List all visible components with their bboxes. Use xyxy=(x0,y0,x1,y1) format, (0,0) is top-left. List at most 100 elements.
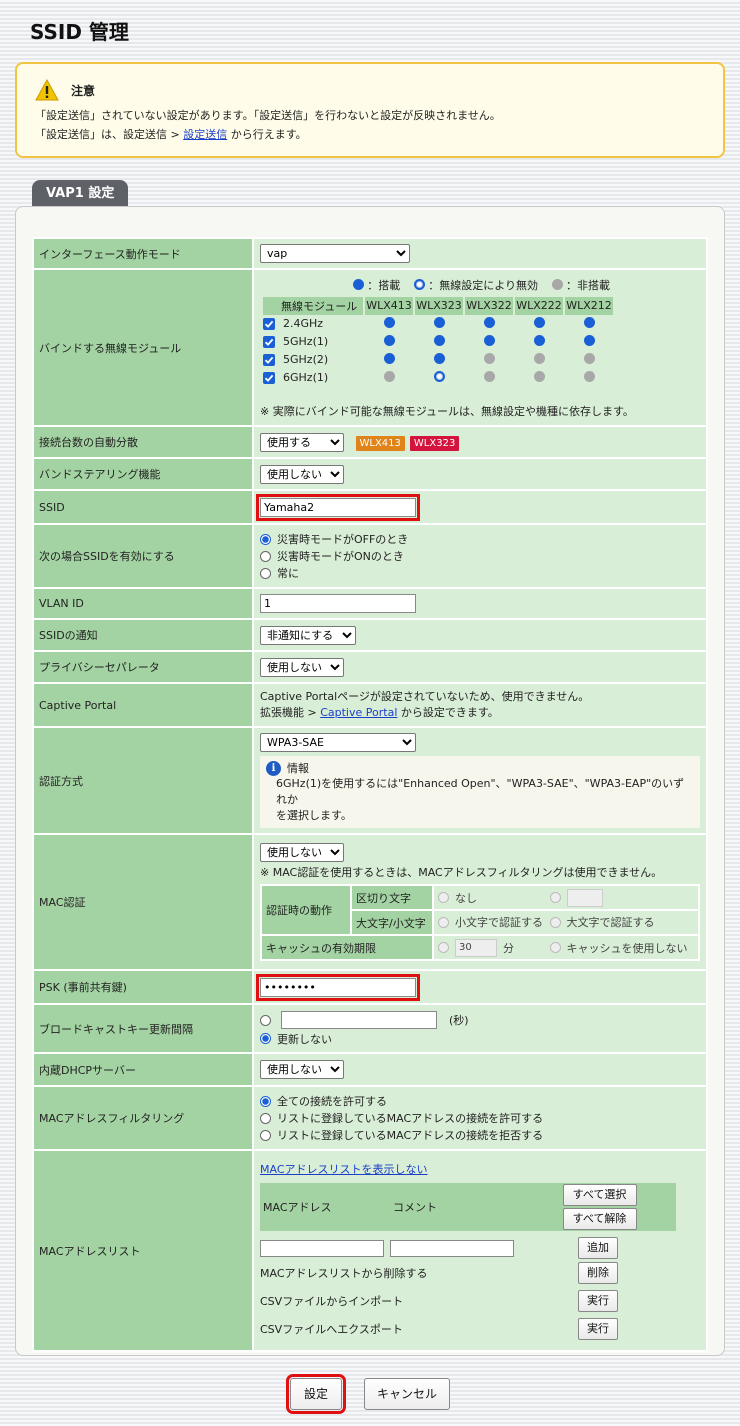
settings-form: インターフェース動作モード vap バインドする無線モジュール ：搭載 ：無線設… xyxy=(32,237,708,1352)
radio-icon[interactable] xyxy=(260,533,271,545)
mounted-dot-icon xyxy=(433,316,445,328)
radio-icon[interactable] xyxy=(260,1095,271,1107)
band-cell: 5GHz(1) xyxy=(263,333,363,351)
none-dot-icon xyxy=(583,370,595,382)
module-status-cell xyxy=(365,315,413,333)
mounted-dot-icon xyxy=(583,334,595,346)
radio-icon[interactable] xyxy=(260,1033,271,1044)
bcast-interval-input[interactable] xyxy=(281,1011,437,1029)
delimiter-input[interactable] xyxy=(566,888,603,907)
mac-filter-deny-list[interactable]: リストに登録しているMACアドレスの接続を拒否する xyxy=(260,1127,700,1144)
delimiter-custom-option[interactable] xyxy=(549,888,603,907)
radio-icon[interactable] xyxy=(549,916,561,928)
mounted-dot-icon xyxy=(433,334,445,346)
bcast-interval-option[interactable]: (秒) xyxy=(260,1010,700,1030)
mounted-dot-icon xyxy=(483,334,495,346)
mounted-dot-icon xyxy=(383,316,395,328)
row-psk: PSK (事前共有鍵) xyxy=(32,969,708,1005)
mac-filter-option-label: リストに登録しているMACアドレスの接続を拒否する xyxy=(277,1129,544,1142)
module-status-cell xyxy=(515,315,563,333)
model-header: WLX322 xyxy=(465,296,513,315)
deselect-all-button[interactable]: すべて解除 xyxy=(562,1208,637,1230)
radio-icon[interactable] xyxy=(260,1014,271,1026)
radio-icon[interactable] xyxy=(260,1129,271,1141)
iface-mode-select[interactable]: vap xyxy=(260,244,410,263)
radio-icon[interactable] xyxy=(549,942,561,953)
module-status-cell xyxy=(515,333,563,351)
radio-icon[interactable] xyxy=(438,892,449,903)
band-row: 5GHz(2) xyxy=(263,351,613,369)
tab-vap1-settings[interactable]: VAP1 設定 xyxy=(32,180,129,208)
mac-list-toggle-link[interactable]: MACアドレスリストを表示しない xyxy=(260,1163,428,1176)
case-label: 大文字/小文字 xyxy=(350,909,434,936)
mac-filter-label: MACアドレスフィルタリング xyxy=(32,1085,254,1151)
vlan-input[interactable] xyxy=(260,594,416,613)
module-status-cell xyxy=(465,333,513,351)
mac-address-input[interactable] xyxy=(260,1239,384,1257)
row-iface-mode: インターフェース動作モード vap xyxy=(32,237,708,270)
auth-select[interactable]: WPA3-SAE xyxy=(260,733,416,752)
case-lower-label: 小文字で認証する xyxy=(455,916,543,930)
row-bcast: ブロードキャストキー更新間隔 (秒) 更新しない xyxy=(32,1003,708,1054)
comment-column-header: コメント xyxy=(390,1183,520,1231)
mac-filter-allow-all[interactable]: 全ての接続を許可する xyxy=(260,1093,700,1110)
checkbox-checked-icon[interactable] xyxy=(263,371,275,384)
case-lower-option[interactable]: 小文字で認証する xyxy=(438,914,546,930)
badge-wlx413: WLX413 xyxy=(355,435,405,451)
comment-input[interactable] xyxy=(390,1239,514,1257)
band-steering-select[interactable]: 使用しない xyxy=(260,464,344,484)
radio-icon[interactable] xyxy=(438,942,449,953)
notice-box: 注意 「設定送信」されていない設定があります。「設定送信」を行わないと設定が反映… xyxy=(15,62,725,158)
radio-icon[interactable] xyxy=(438,916,449,928)
export-button[interactable]: 実行 xyxy=(578,1318,618,1340)
band-row: 6GHz(1) xyxy=(263,369,613,387)
checkbox-checked-icon[interactable] xyxy=(263,335,275,348)
submit-button[interactable]: 設定 xyxy=(286,1374,346,1414)
mounted-dot-icon xyxy=(353,279,365,290)
add-button[interactable]: 追加 xyxy=(578,1237,618,1259)
select-all-button[interactable]: すべて選択 xyxy=(562,1184,637,1206)
dhcp-select[interactable]: 使用しない xyxy=(260,1060,344,1079)
cache-duration-option[interactable]: 30 分 xyxy=(438,938,546,957)
auth-behavior-label: 認証時の動作 xyxy=(260,884,352,936)
delimiter-none-option[interactable]: なし xyxy=(438,890,546,906)
delimiter-label: 区切り文字 xyxy=(350,884,434,911)
mac-filter-allow-list[interactable]: リストに登録しているMACアドレスの接続を許可する xyxy=(260,1110,700,1127)
cancel-button[interactable]: キャンセル xyxy=(364,1378,450,1410)
cache-value-input[interactable]: 30 xyxy=(455,938,497,957)
row-ssid: SSID xyxy=(32,489,708,525)
module-status-cell xyxy=(415,333,463,351)
captive-portal-link[interactable]: Captive Portal xyxy=(320,706,397,719)
module-status-cell xyxy=(365,369,413,387)
privacy-select[interactable]: 使用しない xyxy=(260,657,344,677)
case-upper-option[interactable]: 大文字で認証する xyxy=(549,914,655,930)
ssid-enable-option-on[interactable]: 災害時モードがONのとき xyxy=(260,548,700,565)
ssid-enable-option-always[interactable]: 常に xyxy=(260,565,700,582)
ssid-enable-option-off[interactable]: 災害時モードがOFFのとき xyxy=(260,531,700,548)
radio-icon[interactable] xyxy=(260,550,271,562)
radio-icon[interactable] xyxy=(260,567,271,579)
checkbox-checked-icon[interactable] xyxy=(263,353,275,366)
import-button[interactable]: 実行 xyxy=(578,1290,618,1312)
ssid-notify-label: SSIDの通知 xyxy=(32,618,254,652)
ssid-input[interactable] xyxy=(256,493,420,521)
legend-mounted: ：搭載 xyxy=(367,278,401,292)
cache-off-option[interactable]: キャッシュを使用しない xyxy=(549,940,688,956)
checkbox-checked-icon[interactable] xyxy=(263,317,275,330)
mac-auth-select[interactable]: 使用しない xyxy=(260,843,344,862)
model-header: WLX222 xyxy=(515,296,563,315)
delete-button[interactable]: 削除 xyxy=(578,1262,618,1284)
bcast-no-update-option[interactable]: 更新しない xyxy=(260,1030,700,1047)
radio-icon[interactable] xyxy=(549,892,561,903)
send-settings-link[interactable]: 設定送信 xyxy=(183,128,227,141)
radio-icon[interactable] xyxy=(260,1112,271,1124)
vlan-label: VLAN ID xyxy=(32,587,254,620)
module-status-cell xyxy=(465,315,513,333)
auth-info-line-1: 6GHz(1)を使用するには"Enhanced Open"、"WPA3-SAE"… xyxy=(276,777,685,806)
psk-input[interactable] xyxy=(256,973,420,1001)
export-label: CSVファイルへエクスポート xyxy=(260,1323,403,1336)
auto-distrib-select[interactable]: 使用する xyxy=(260,432,344,452)
iface-mode-label: インターフェース動作モード xyxy=(32,237,254,270)
bcast-unit: (秒) xyxy=(449,1014,469,1027)
ssid-notify-select[interactable]: 非通知にする xyxy=(260,625,356,645)
